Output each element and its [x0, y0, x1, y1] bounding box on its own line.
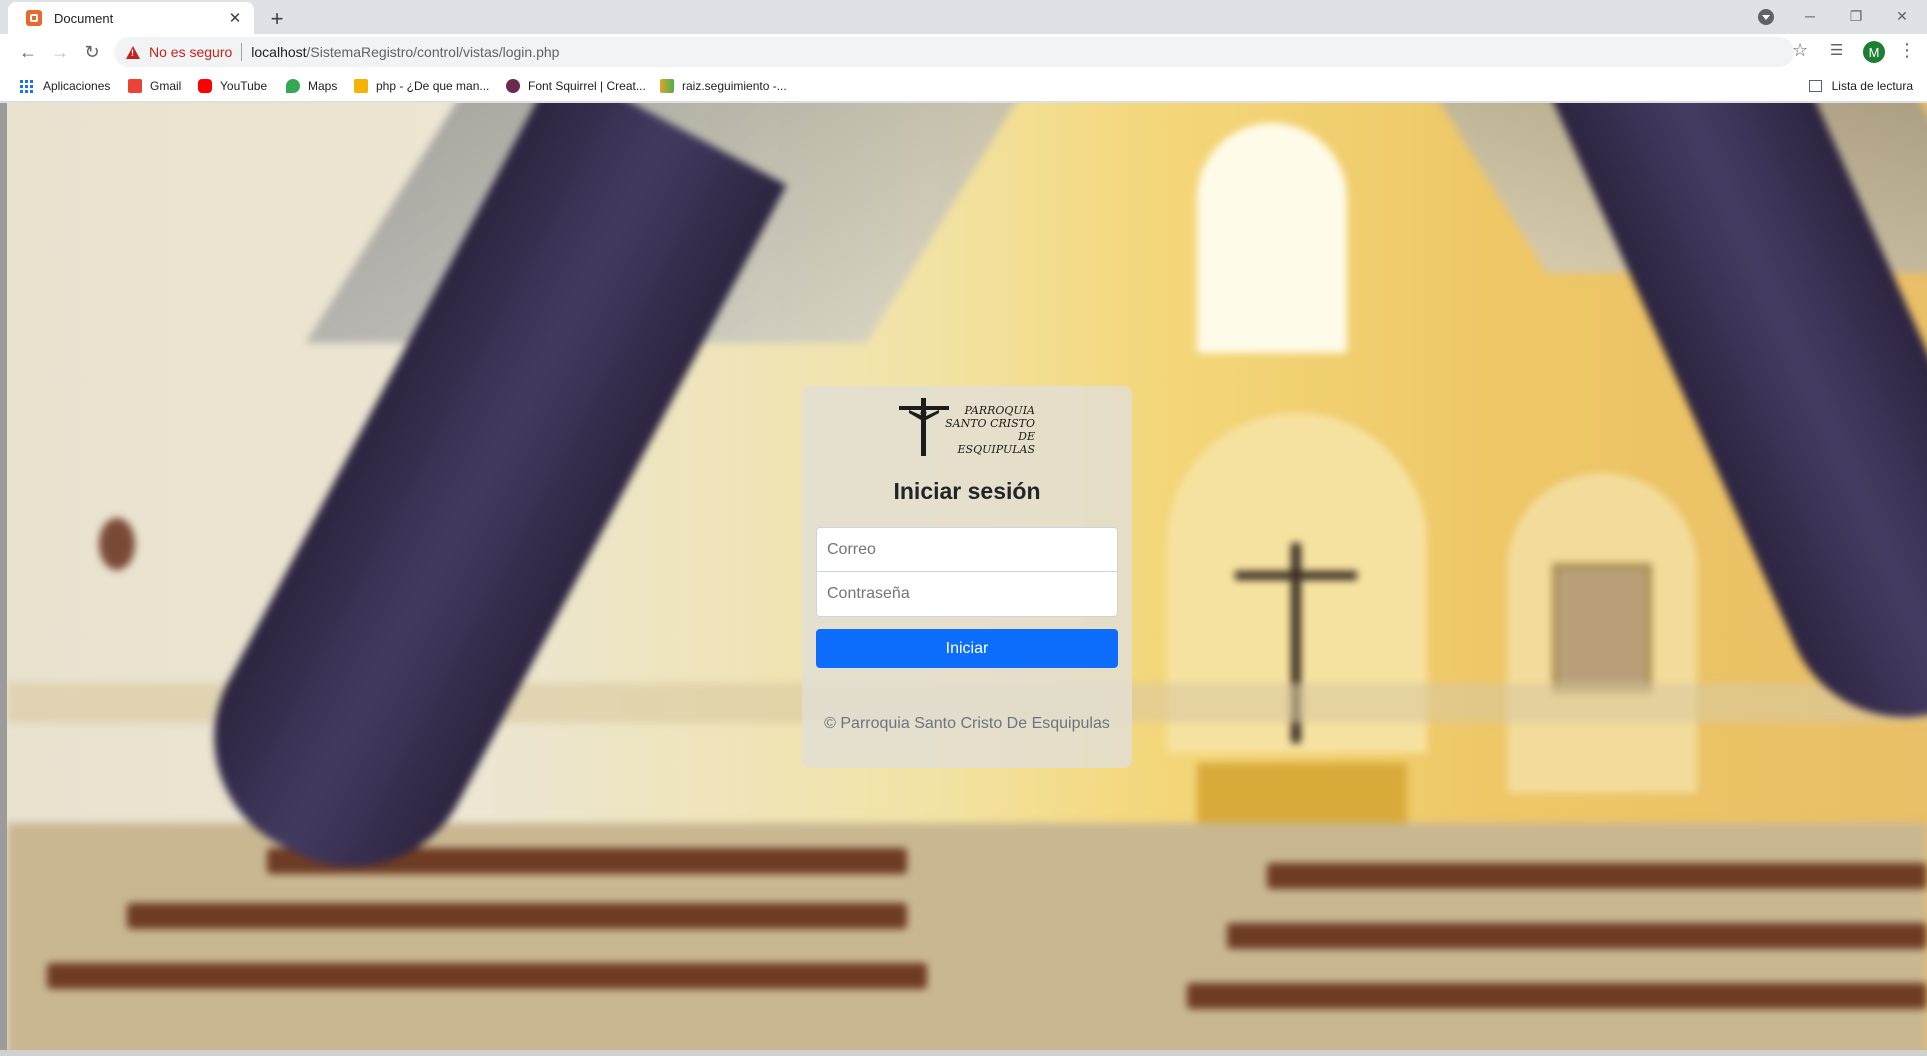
bookmark-fontsquirrel[interactable]: Font Squirrel | Creat... [506, 76, 646, 96]
bookmark-label: Maps [308, 79, 338, 93]
bookmark-maps[interactable]: Maps [286, 76, 337, 96]
url-path: /SistemaRegistro/control/vistas/login.ph… [306, 44, 560, 60]
email-field[interactable] [816, 527, 1118, 572]
close-tab-icon[interactable]: ✕ [226, 9, 244, 27]
xampp-favicon-icon [26, 10, 42, 26]
fontsquirrel-icon [506, 79, 520, 93]
close-window-icon[interactable]: ✕ [1879, 0, 1925, 32]
media-queue-icon[interactable]: ☰ [1830, 41, 1843, 59]
url-text[interactable]: localhost/SistemaRegistro/control/vistas… [251, 44, 559, 60]
window-edge [0, 103, 7, 1056]
bookmark-gmail[interactable]: Gmail [128, 76, 181, 96]
minimize-icon[interactable]: ─ [1787, 0, 1833, 32]
bookmark-apps[interactable]: Aplicaciones [20, 76, 110, 96]
logo-text: PARROQUIA SANTO CRISTO DE ESQUIPULAS [939, 404, 1035, 456]
raiz-icon [660, 79, 674, 93]
bookmarks-bar: Aplicaciones Gmail YouTube Maps php - ¿D… [0, 70, 1927, 102]
url-host: localhost [251, 44, 307, 60]
logo-line: PARROQUIA [964, 404, 1036, 417]
profile-avatar[interactable]: M [1863, 41, 1885, 63]
youtube-icon [198, 79, 212, 93]
reading-list-label: Lista de lectura [1831, 79, 1913, 93]
logo-line: DE ESQUIPULAS [957, 430, 1035, 456]
parish-logo: PARROQUIA SANTO CRISTO DE ESQUIPULAS [899, 398, 1035, 456]
bookmark-label: Gmail [150, 79, 182, 93]
bookmark-label: YouTube [220, 79, 268, 93]
tab-title: Document [54, 10, 114, 26]
reading-list-button[interactable]: Lista de lectura [1808, 76, 1913, 96]
bookmark-youtube[interactable]: YouTube [198, 76, 267, 96]
kebab-menu-icon[interactable]: ⋮ [1898, 40, 1916, 61]
login-button[interactable]: Iniciar [816, 629, 1118, 668]
tab-search-icon[interactable] [1758, 9, 1774, 25]
copyright-footer: © Parroquia Santo Cristo De Esquipulas [824, 715, 1110, 732]
browser-toolbar: ← → ↻ No es seguro localhost/SistemaRegi… [0, 34, 1927, 70]
restore-icon[interactable]: ❐ [1833, 0, 1879, 32]
address-bar[interactable]: No es seguro localhost/SistemaRegistro/c… [114, 37, 1794, 67]
window-bottom-edge [0, 1050, 1927, 1056]
apps-icon [20, 79, 33, 93]
password-field[interactable] [816, 572, 1118, 617]
page-viewport: PARROQUIA SANTO CRISTO DE ESQUIPULAS Ini… [7, 103, 1927, 1050]
forward-icon[interactable]: → [48, 40, 72, 64]
bookmark-star-icon[interactable]: ☆ [1792, 40, 1808, 61]
bookmark-label: raiz.seguimiento -... [682, 79, 787, 93]
warning-icon[interactable] [126, 45, 140, 59]
login-card: PARROQUIA SANTO CRISTO DE ESQUIPULAS Ini… [802, 386, 1132, 768]
bookmark-label: php - ¿De que man... [376, 79, 490, 93]
browser-tab[interactable]: Document ✕ [8, 2, 254, 34]
tab-strip: Document ✕ + ─ ❐ ✕ [0, 0, 1927, 34]
security-status[interactable]: No es seguro [149, 44, 232, 60]
back-icon[interactable]: ← [16, 40, 40, 64]
new-tab-button[interactable]: + [264, 6, 290, 32]
reload-icon[interactable]: ↻ [80, 40, 104, 64]
omnibox-divider [241, 43, 243, 61]
bookmark-stackoverflow[interactable]: php - ¿De que man... [354, 76, 489, 96]
gmail-icon [128, 79, 142, 93]
reading-list-icon [1808, 80, 1822, 92]
stackoverflow-icon [354, 79, 368, 93]
maps-icon [286, 79, 300, 93]
login-title: Iniciar sesión [893, 478, 1041, 504]
bookmark-raiz[interactable]: raiz.seguimiento -... [660, 76, 787, 96]
logo-line: SANTO CRISTO [945, 417, 1035, 430]
bookmark-label: Aplicaciones [43, 79, 111, 93]
bookmark-label: Font Squirrel | Creat... [528, 79, 646, 93]
